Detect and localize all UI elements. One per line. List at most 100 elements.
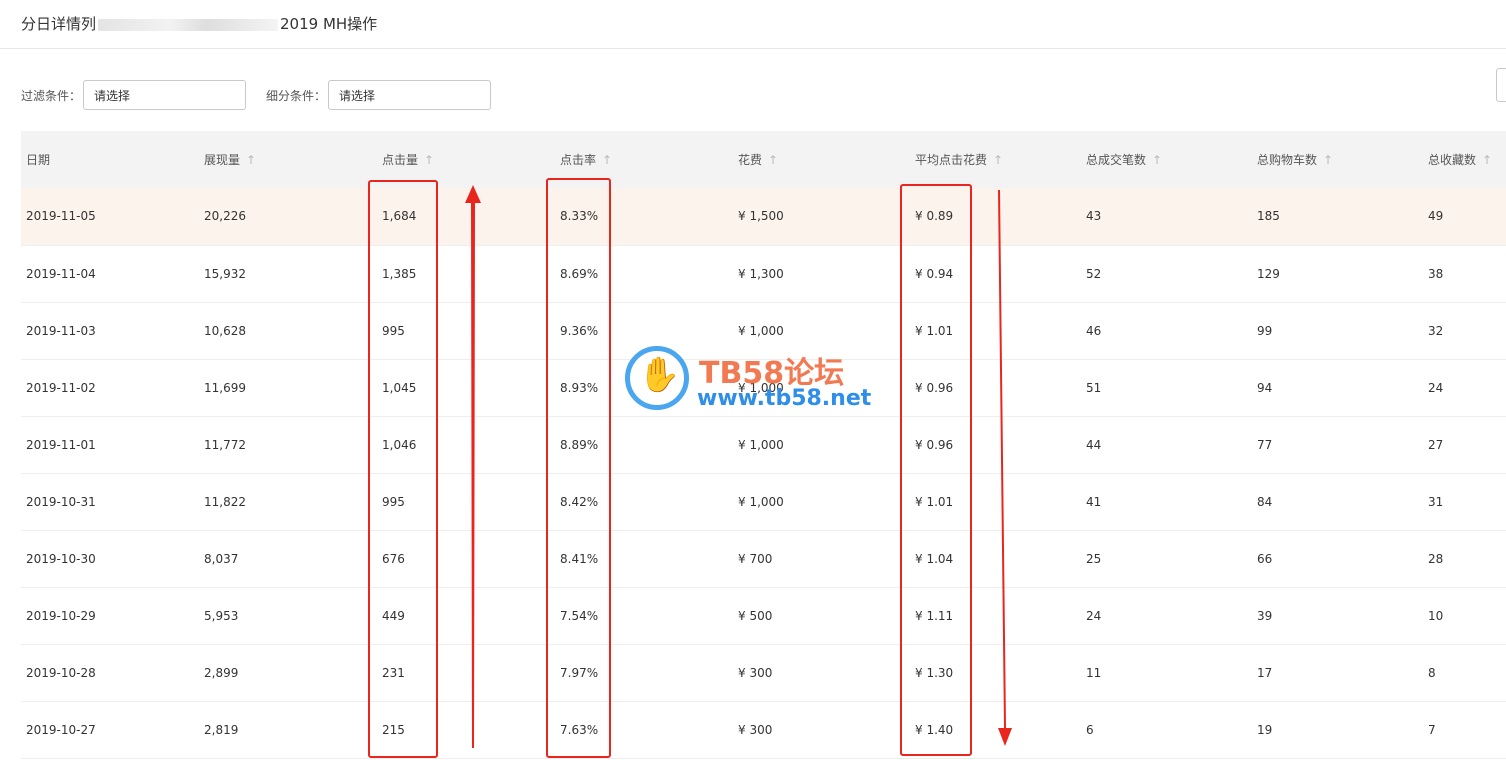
table-cell: 8 xyxy=(1428,665,1436,680)
table-cell: 5,953 xyxy=(204,608,239,623)
filter-bar: 过滤条件： 请选择 细分条件： 请选择 xyxy=(21,79,511,111)
filter-label: 过滤条件： xyxy=(21,88,82,103)
column-header-label: 日期 xyxy=(26,153,51,167)
table-cell: 99 xyxy=(1257,323,1273,338)
sort-arrow-icon[interactable]: ↑ xyxy=(1482,153,1492,167)
column-header-label: 点击量 xyxy=(382,153,419,167)
table-cell: ¥ 1,500 xyxy=(738,209,784,224)
table-cell: 2019-10-31 xyxy=(26,494,96,509)
table-cell: 44 xyxy=(1086,437,1102,452)
table-cell: 38 xyxy=(1428,266,1444,281)
table-cell: 51 xyxy=(1086,380,1102,395)
table-cell: 2019-10-30 xyxy=(26,551,96,566)
table-cell: 49 xyxy=(1428,209,1444,224)
table-cell: 28 xyxy=(1428,551,1444,566)
column-header[interactable]: 花费 ↑ xyxy=(733,131,910,188)
title-suffix: 2019 MH操作 xyxy=(280,15,378,33)
table-cell: 27 xyxy=(1428,437,1444,452)
table-cell: ¥ 700 xyxy=(738,551,773,566)
table-cell: 52 xyxy=(1086,266,1102,281)
table-cell: 94 xyxy=(1257,380,1273,395)
arrow-down-icon xyxy=(998,190,1012,746)
column-header-label: 总收藏数 xyxy=(1428,153,1477,167)
table-cell: 24 xyxy=(1428,380,1444,395)
redacted-text xyxy=(98,18,279,31)
table-cell: 11,822 xyxy=(204,494,246,509)
table-cell: 32 xyxy=(1428,323,1444,338)
sort-arrow-icon[interactable]: ↑ xyxy=(424,153,434,167)
sort-arrow-icon[interactable]: ↑ xyxy=(768,153,778,167)
table-cell: 10 xyxy=(1428,608,1444,623)
table-cell: 46 xyxy=(1086,323,1102,338)
column-header[interactable]: 总收藏数 ↑ xyxy=(1423,131,1506,188)
table-cell: 31 xyxy=(1428,494,1444,509)
table-cell: 77 xyxy=(1257,437,1273,452)
table-cell: 7 xyxy=(1428,722,1436,737)
table-cell: 11,772 xyxy=(204,437,246,452)
column-header[interactable]: 展现量 ↑ xyxy=(199,131,377,188)
table-cell: 2019-10-28 xyxy=(26,665,96,680)
table-cell: ¥ 300 xyxy=(738,722,773,737)
column-header[interactable]: 平均点击花费 ↑ xyxy=(910,131,1081,188)
table-cell: ¥ 1,000 xyxy=(738,437,784,452)
table-cell: 10,628 xyxy=(204,323,246,338)
edge-button[interactable] xyxy=(1496,68,1506,102)
table-cell: ¥ 1,300 xyxy=(738,266,784,281)
table-row[interactable]: 2019-10-30 8,037 676 8.41% ¥ 700 ¥ 1.04 25 66 28 xyxy=(21,530,1506,587)
title-bar: 分日详情列 2019 MH操作 xyxy=(0,0,1506,49)
table-cell: 2019-11-01 xyxy=(26,437,96,452)
column-header-label: 总成交笔数 xyxy=(1086,153,1147,167)
table-cell: 19 xyxy=(1257,722,1273,737)
table-cell: 15,932 xyxy=(204,266,246,281)
page-title: 分日详情列 2019 MH操作 xyxy=(21,13,377,34)
table-cell: 11 xyxy=(1086,665,1102,680)
watermark: ✋ TB58论坛 www.tb58.net xyxy=(625,346,885,414)
watermark-url: www.tb58.net xyxy=(697,386,872,411)
table-cell: 66 xyxy=(1257,551,1273,566)
table-cell: 2019-10-29 xyxy=(26,608,96,623)
daily-detail-table: 日期 展现量 ↑ 点击量 ↑ 点击率 ↑ 花费 ↑ 平均点击花费 ↑ 总成交笔数 ↑ 总购物车数 ↑ 总收藏数… xyxy=(21,131,1506,759)
column-header-label: 展现量 xyxy=(204,153,241,167)
column-header[interactable]: 总购物车数 ↑ xyxy=(1252,131,1423,188)
table-header-row: 日期 展现量 ↑ 点击量 ↑ 点击率 ↑ 花费 ↑ 平均点击花费 ↑ 总成交笔数 ↑ 总购物车数 ↑ 总收藏数… xyxy=(21,131,1506,188)
table-cell: 43 xyxy=(1086,209,1102,224)
column-header-label: 平均点击花费 xyxy=(915,153,988,167)
sort-arrow-icon[interactable]: ↑ xyxy=(246,153,256,167)
column-header[interactable]: 总成交笔数 ↑ xyxy=(1081,131,1252,188)
filter-select[interactable]: 请选择 xyxy=(83,80,247,110)
table-row[interactable]: 2019-11-04 15,932 1,385 8.69% ¥ 1,300 ¥ 0.94 5… xyxy=(21,245,1506,302)
table-cell: ¥ 1,000 xyxy=(738,494,784,509)
table-row[interactable]: 2019-10-27 2,819 215 7.63% ¥ 300 ¥ 1.40 6 19 7 xyxy=(21,701,1506,758)
sort-arrow-icon[interactable]: ↑ xyxy=(1152,153,1162,167)
table-cell: 2,899 xyxy=(204,665,239,680)
column-header-label: 点击率 xyxy=(560,153,597,167)
table-cell: 2019-11-03 xyxy=(26,323,96,338)
sort-arrow-icon[interactable]: ↑ xyxy=(602,153,612,167)
arrow-up-icon xyxy=(465,185,481,748)
cpc-highlight-box xyxy=(900,184,972,756)
sort-arrow-icon[interactable]: ↑ xyxy=(993,153,1003,167)
column-header[interactable]: 日期 xyxy=(21,131,199,188)
table-cell: 2019-10-27 xyxy=(26,722,96,737)
table-cell: 17 xyxy=(1257,665,1273,680)
table-cell: 25 xyxy=(1086,551,1102,566)
table-cell: 8,037 xyxy=(204,551,239,566)
table-body: 2019-11-05 20,226 1,684 8.33% ¥ 1,500 ¥ 0.89 4… xyxy=(21,188,1506,758)
table-row[interactable]: 2019-11-01 11,772 1,046 8.89% ¥ 1,000 ¥ 0.96 4… xyxy=(21,416,1506,473)
clicks-highlight-box xyxy=(368,180,438,758)
table-row[interactable]: 2019-11-05 20,226 1,684 8.33% ¥ 1,500 ¥ 0.89 4… xyxy=(21,188,1506,245)
table-row[interactable]: 2019-10-29 5,953 449 7.54% ¥ 500 ¥ 1.11 24 39 10 xyxy=(21,587,1506,644)
table-cell: 129 xyxy=(1257,266,1280,281)
sort-arrow-icon[interactable]: ↑ xyxy=(1323,153,1333,167)
table-cell: 39 xyxy=(1257,608,1273,623)
table-cell: 2,819 xyxy=(204,722,239,737)
segment-select[interactable]: 请选择 xyxy=(328,80,492,110)
table-cell: 185 xyxy=(1257,209,1280,224)
table-row[interactable]: 2019-10-31 11,822 995 8.42% ¥ 1,000 ¥ 1.01 41 8… xyxy=(21,473,1506,530)
table-cell: 84 xyxy=(1257,494,1273,509)
table-cell: 6 xyxy=(1086,722,1094,737)
table-cell: 2019-11-04 xyxy=(26,266,96,281)
table-cell: 2019-11-02 xyxy=(26,380,96,395)
table-cell: 2019-11-05 xyxy=(26,209,96,224)
table-row[interactable]: 2019-10-28 2,899 231 7.97% ¥ 300 ¥ 1.30 11 17 8 xyxy=(21,644,1506,701)
